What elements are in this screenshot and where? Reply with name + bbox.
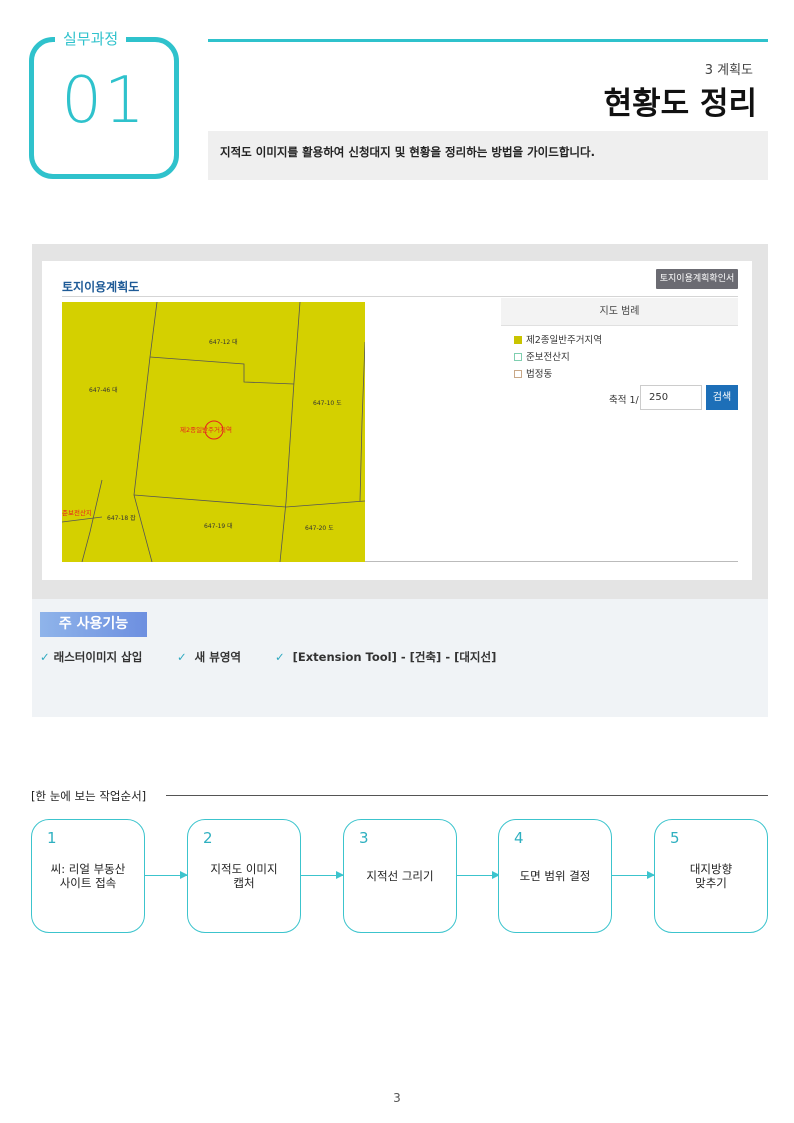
function-item-label: 새 뷰영역 — [194, 650, 241, 664]
legend-swatch-icon — [514, 370, 522, 378]
legend-item-label: 제2종일반주거지역 — [526, 335, 602, 346]
confirm-button[interactable]: 토지이용계획확인서 — [656, 269, 738, 289]
legend-item: 제2종일반주거지역 — [514, 332, 602, 346]
arrow-right-icon — [301, 871, 344, 879]
step-label: 지적선 그리기 — [366, 869, 434, 883]
arrow-right-icon — [457, 871, 500, 879]
function-item: ✓ [Extension Tool] - [건축] - [대지선] — [275, 649, 496, 665]
header-rule — [208, 39, 768, 42]
parcel-label: 647-10 도 — [313, 400, 342, 407]
panel-divider — [62, 296, 738, 297]
step-label: 씨: 리얼 부동산 사이트 접속 — [50, 862, 126, 890]
function-item: ✓ 새 뷰영역 — [177, 649, 241, 665]
subtitle: 지적도 이미지를 활용하여 신청대지 및 현황을 정리하는 방법을 가이드합니다… — [208, 131, 768, 180]
badge-number: 01 — [61, 64, 147, 138]
chapter-label: 3 계획도 — [704, 63, 753, 78]
scale-input[interactable]: 250 — [640, 385, 702, 410]
land-use-plan-panel: 토지이용계획도 토지이용계획확인서 647-12 대 647-46 대 647-… — [42, 261, 752, 580]
side-zone-label: 준보전산지 — [62, 508, 92, 517]
legend-item-label: 준보전산지 — [526, 352, 570, 363]
scale-label: 축적 1/ — [609, 395, 639, 406]
function-item: ✓ 래스터이미지 삽입 — [40, 649, 142, 665]
arrow-right-icon — [145, 871, 188, 879]
badge-label: 실무과정 — [55, 28, 127, 49]
legend-item: 준보전산지 — [514, 349, 570, 363]
page-number: 3 — [393, 1091, 401, 1105]
legend-swatch-icon — [514, 353, 522, 361]
step-label: 대지방향 맞추기 — [689, 862, 733, 890]
functions-title: 주 사용기능 — [40, 612, 147, 637]
legend-item: 법정동 — [514, 366, 552, 380]
parcel-label: 647-19 대 — [204, 522, 233, 530]
panel-bottom-rule — [365, 561, 738, 562]
workflow-rule — [166, 795, 768, 796]
check-icon: ✓ — [275, 650, 285, 664]
check-icon: ✓ — [40, 650, 50, 664]
arrow-right-icon — [612, 871, 655, 879]
map-drawing: 647-12 대 647-46 대 647-10 도 647-18 잡 647-… — [62, 302, 365, 562]
map-legend: 지도 범례 제2종일반주거지역 준보전산지 법정동 축적 1/ 250 검색 — [501, 298, 738, 562]
workflow-step: 4 도면 범위 결정 — [498, 819, 612, 933]
step-label: 지적도 이미지 캡처 — [210, 862, 278, 890]
function-item-label: [Extension Tool] - [건축] - [대지선] — [292, 650, 497, 664]
zone-label: 제2종일반주거지역 — [180, 425, 232, 434]
page-title: 현황도 정리 — [603, 86, 757, 122]
panel-title: 토지이용계획도 — [62, 280, 140, 294]
search-button[interactable]: 검색 — [706, 385, 738, 410]
screenshot-frame: 토지이용계획도 토지이용계획확인서 647-12 대 647-46 대 647-… — [32, 244, 768, 599]
main-functions-panel: 주 사용기능 ✓ 래스터이미지 삽입 ✓ 새 뷰영역 ✓ [Extension T… — [32, 599, 768, 717]
workflow-step: 3 지적선 그리기 — [343, 819, 457, 933]
parcel-label: 647-12 대 — [209, 338, 238, 346]
workflow-step: 5 대지방향 맞추기 — [654, 819, 768, 933]
cadastral-map[interactable]: 647-12 대 647-46 대 647-10 도 647-18 잡 647-… — [62, 302, 365, 562]
function-item-label: 래스터이미지 삽입 — [53, 650, 143, 664]
legend-item-label: 법정동 — [526, 369, 553, 380]
legend-title: 지도 범례 — [501, 298, 738, 326]
workflow-step: 1 씨: 리얼 부동산 사이트 접속 — [31, 819, 145, 933]
parcel-label: 647-20 도 — [305, 525, 334, 532]
legend-swatch-icon — [514, 336, 522, 344]
step-label: 도면 범위 결정 — [519, 869, 591, 883]
parcel-label: 647-18 잡 — [107, 515, 136, 522]
workflow-title: [한 눈에 보는 작업순서] — [31, 789, 147, 803]
check-icon: ✓ — [177, 650, 187, 664]
parcel-label: 647-46 대 — [89, 386, 118, 394]
workflow-step: 2 지적도 이미지 캡처 — [187, 819, 301, 933]
